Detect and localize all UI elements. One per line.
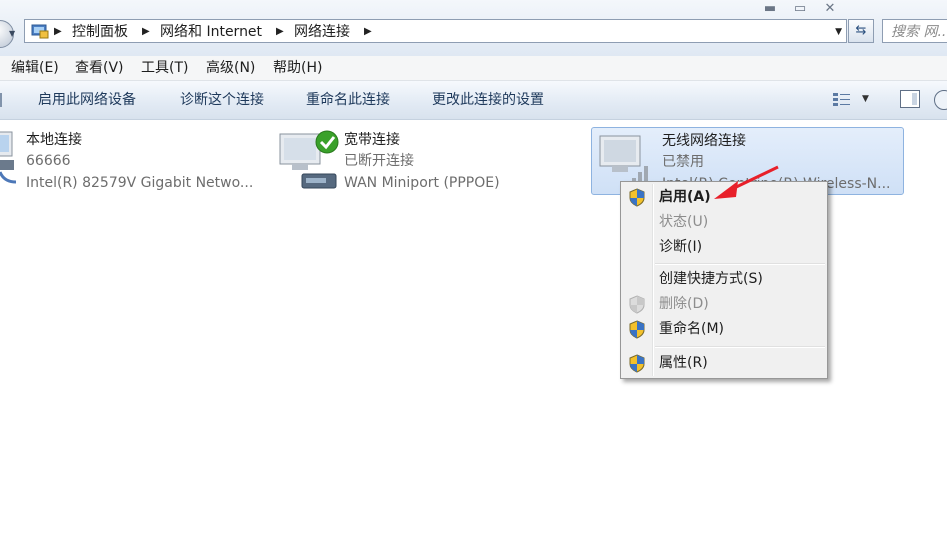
uac-shield-icon xyxy=(629,188,645,207)
connection-status: 已断开连接 xyxy=(344,153,414,169)
context-menu: 启用(A) 状态(U) 诊断(I) 创建快捷方式(S) 删除(D) 重命名(M) xyxy=(620,181,828,379)
diagnose-connection-button[interactable]: 诊断这个连接 xyxy=(180,91,264,109)
connection-device: Intel(R) 82579V Gigabit Netwo... xyxy=(26,175,254,191)
menu-item-properties[interactable]: 属性(R) xyxy=(623,351,825,375)
connection-broadband[interactable]: 宽带连接 已断开连接 WAN Miniport (PPPOE) xyxy=(276,126,566,196)
refresh-icon: ⇆ xyxy=(855,23,867,38)
breadcrumb-network-internet[interactable]: 网络和 Internet xyxy=(160,22,262,42)
search-placeholder: 搜索 网... xyxy=(891,24,947,40)
connection-local-area[interactable]: 本地连接 66666 Intel(R) 82579V Gigabit Netwo… xyxy=(0,126,276,196)
connection-status: 66666 xyxy=(26,153,71,169)
menu-item-status: 状态(U) xyxy=(623,210,825,234)
connection-name: 本地连接 xyxy=(26,132,82,148)
help-button[interactable] xyxy=(934,90,947,110)
connection-name: 无线网络连接 xyxy=(662,133,746,149)
menu-item-label: 启用(A) xyxy=(659,189,711,205)
menu-help[interactable]: 帮助(H) xyxy=(273,59,322,77)
menu-item-create-shortcut[interactable]: 创建快捷方式(S) xyxy=(623,267,825,291)
connection-status: 已禁用 xyxy=(662,154,704,170)
menu-item-label: 删除(D) xyxy=(659,296,709,312)
menu-item-rename[interactable]: 重命名(M) xyxy=(623,317,825,341)
uac-shield-icon xyxy=(629,295,645,314)
enable-device-button[interactable]: 启用此网络设备 xyxy=(38,91,136,109)
search-input[interactable]: 搜索 网... xyxy=(882,19,947,43)
uac-shield-icon xyxy=(629,320,645,339)
organize-button-edge[interactable] xyxy=(0,93,5,107)
breadcrumb-separator[interactable]: ▶ xyxy=(142,22,150,42)
connection-name: 宽带连接 xyxy=(344,132,400,148)
menu-bar: 编辑(E) 查看(V) 工具(T) 高级(N) 帮助(H) xyxy=(0,56,947,81)
title-bar: ▬ ▭ ✕ ▼ ▶ 控制面板 ▶ 网络和 Internet ▶ 网络连接 ▶ ▼… xyxy=(0,0,947,56)
preview-pane-button[interactable] xyxy=(900,90,920,108)
menu-item-diagnose[interactable]: 诊断(I) xyxy=(623,235,825,259)
refresh-button[interactable]: ⇆ xyxy=(848,19,874,43)
rename-connection-button[interactable]: 重命名此连接 xyxy=(306,91,390,109)
menu-item-label: 诊断(I) xyxy=(659,239,703,255)
change-settings-button[interactable]: 更改此连接的设置 xyxy=(432,91,544,109)
menu-item-label: 创建快捷方式(S) xyxy=(659,271,763,287)
recent-pages-dropdown[interactable]: ▼ xyxy=(9,29,20,39)
breadcrumb-separator[interactable]: ▶ xyxy=(54,22,62,42)
address-history-dropdown[interactable]: ▼ xyxy=(835,22,842,42)
menu-advanced[interactable]: 高级(N) xyxy=(206,59,255,77)
menu-item-delete: 删除(D) xyxy=(623,292,825,316)
connection-device: WAN Miniport (PPPOE) xyxy=(344,175,500,191)
menu-view[interactable]: 查看(V) xyxy=(75,59,124,77)
network-adapter-icon xyxy=(0,131,17,184)
broadband-adapter-icon xyxy=(279,130,339,189)
view-options-dropdown[interactable]: ▼ xyxy=(862,94,869,104)
uac-shield-icon xyxy=(629,354,645,373)
menu-item-label: 状态(U) xyxy=(659,214,709,230)
control-panel-icon xyxy=(31,24,49,39)
breadcrumb-network-connections[interactable]: 网络连接 xyxy=(294,22,350,42)
menu-item-enable[interactable]: 启用(A) xyxy=(623,185,825,209)
address-bar[interactable]: ▶ 控制面板 ▶ 网络和 Internet ▶ 网络连接 ▶ ▼ xyxy=(24,19,847,43)
menu-separator xyxy=(655,346,825,348)
menu-item-label: 重命名(M) xyxy=(659,321,725,337)
change-view-icon[interactable] xyxy=(831,90,853,110)
breadcrumb-separator[interactable]: ▶ xyxy=(276,22,284,42)
breadcrumb-control-panel[interactable]: 控制面板 xyxy=(72,22,128,42)
menu-item-label: 属性(R) xyxy=(659,355,708,371)
breadcrumb-separator[interactable]: ▶ xyxy=(364,22,372,42)
command-bar: 启用此网络设备 诊断这个连接 重命名此连接 更改此连接的设置 ▼ xyxy=(0,81,947,120)
menu-tools[interactable]: 工具(T) xyxy=(141,59,188,77)
menu-edit[interactable]: 编辑(E) xyxy=(11,59,59,77)
menu-separator xyxy=(655,263,825,265)
